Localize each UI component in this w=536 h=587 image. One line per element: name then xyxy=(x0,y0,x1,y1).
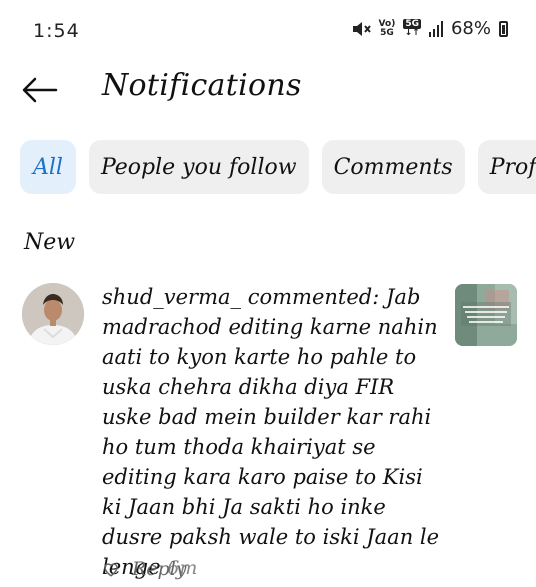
avatar[interactable] xyxy=(22,283,84,345)
notification-username[interactable]: shud_verma_ xyxy=(102,285,241,309)
section-title-new: New xyxy=(24,230,76,255)
reply-row: Reply xyxy=(102,558,187,580)
battery-icon xyxy=(499,20,508,37)
status-time: 1:54 xyxy=(33,20,80,42)
filter-chip-people-you-follow[interactable]: People you follow xyxy=(88,140,309,194)
filter-chip-comments[interactable]: Comments xyxy=(321,140,465,194)
header: Notifications xyxy=(0,60,536,120)
heart-icon[interactable] xyxy=(102,560,120,578)
filter-chips: All People you follow Comments Profess xyxy=(20,140,536,194)
page-title: Notifications xyxy=(102,68,302,103)
filter-chip-all[interactable]: All xyxy=(20,140,76,194)
notification-action: commented: xyxy=(247,285,380,309)
signal-icon xyxy=(428,20,443,37)
battery-percent: 68% xyxy=(450,18,491,39)
arrow-left-icon[interactable] xyxy=(20,74,60,106)
filter-chip-professional[interactable]: Profess xyxy=(477,140,536,194)
notifications-screen: 1:54 Vo) 5G 5G ↓↑ 68% Notifications All … xyxy=(0,0,536,587)
notification-text[interactable]: shud_verma_ commented: Jab madrachod edi… xyxy=(102,282,442,583)
status-icons: Vo) 5G 5G ↓↑ 68% xyxy=(351,18,508,39)
post-image xyxy=(455,284,517,346)
reply-button[interactable]: Reply xyxy=(132,558,187,580)
5g-icon: 5G ↓↑ xyxy=(403,18,421,38)
status-bar: 1:54 Vo) 5G 5G ↓↑ 68% xyxy=(0,0,536,60)
post-thumbnail[interactable] xyxy=(455,284,517,346)
volte-icon: Vo) 5G xyxy=(378,18,396,38)
mute-icon xyxy=(352,21,371,36)
notification-comment: Jab madrachod editing karne nahin aati t… xyxy=(102,285,440,579)
avatar-person-icon xyxy=(22,283,84,345)
